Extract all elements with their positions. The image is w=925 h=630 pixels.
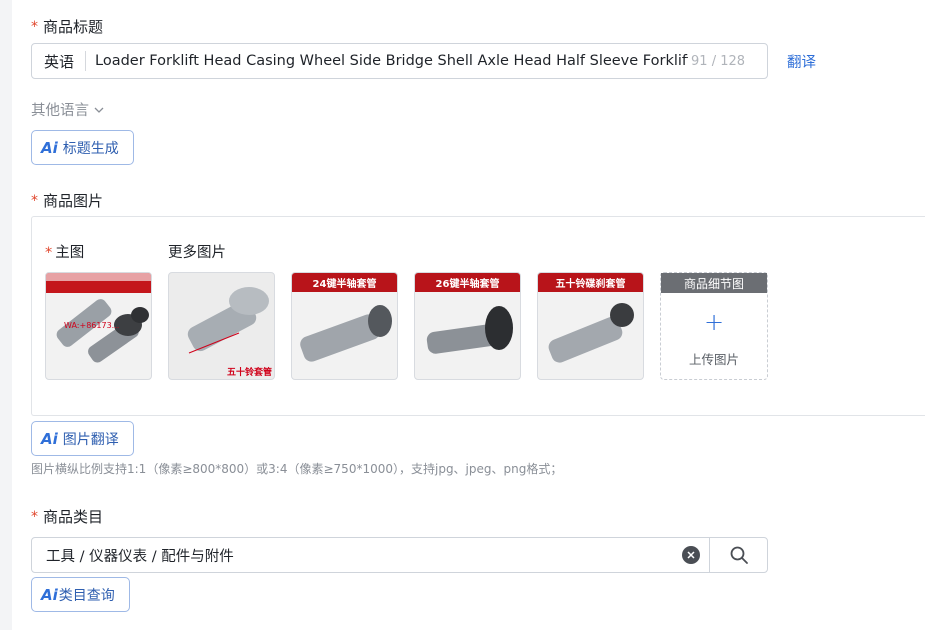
product-category-label-text: 商品类目	[43, 508, 104, 526]
required-mark: *	[45, 245, 53, 261]
shaft-image	[300, 305, 392, 362]
ai-icon: Ai	[41, 429, 58, 448]
main-image-label: * 主图	[45, 241, 84, 262]
product-title-label: * 商品标题	[31, 16, 103, 37]
main-image-label-text: 主图	[55, 245, 85, 261]
search-button[interactable]	[710, 538, 767, 572]
chevron-down-icon	[94, 107, 104, 113]
product-image-thumb[interactable]: 五十铃碟刹套管	[537, 272, 644, 380]
category-input[interactable]: 工具 / 仪器仪表 / 配件与附件	[32, 545, 682, 566]
upload-image-label: 上传图片	[688, 352, 739, 367]
plus-icon: +	[703, 308, 725, 336]
translate-link[interactable]: 翻译	[787, 51, 816, 72]
required-mark: *	[31, 508, 38, 525]
ai-title-generate-label: 标题生成	[62, 140, 119, 157]
required-mark: *	[31, 18, 38, 35]
product-images-label-text: 商品图片	[43, 192, 104, 210]
product-image-thumb[interactable]: 24键半轴套管	[291, 272, 398, 380]
product-image-thumb[interactable]: WA:+86173...	[45, 272, 152, 380]
title-char-counter: 91 / 128	[691, 53, 746, 69]
thumb-caption: 五十铃套管	[227, 368, 273, 378]
category-input-box[interactable]: 工具 / 仪器仪表 / 配件与附件	[31, 537, 768, 573]
left-rail	[0, 0, 12, 630]
shaft-image	[187, 287, 269, 354]
clear-icon[interactable]	[682, 546, 700, 564]
title-input-box[interactable]: 英语 Loader Forklift Head Casing Wheel Sid…	[31, 43, 768, 79]
watermark-text: WA:+86173...	[64, 321, 120, 330]
other-languages-toggle[interactable]: 其他语言	[31, 99, 105, 120]
shaft-image	[548, 303, 634, 363]
title-input[interactable]: Loader Forklift Head Casing Wheel Side B…	[86, 53, 688, 69]
ai-icon: Ai	[41, 585, 58, 604]
product-image-thumb[interactable]: 五十铃套管	[168, 272, 275, 380]
other-languages-label: 其他语言	[31, 103, 89, 119]
product-title-label-text: 商品标题	[43, 18, 104, 36]
ai-icon: Ai	[41, 138, 58, 157]
more-images-label: 更多图片	[168, 245, 226, 261]
shaft-image	[426, 306, 513, 354]
ai-category-search-button[interactable]: Ai 类目查询	[31, 577, 130, 612]
upload-detail-image[interactable]: 商品细节图 + 上传图片	[660, 272, 768, 380]
required-mark: *	[31, 192, 38, 209]
detail-image-header: 商品细节图	[661, 273, 767, 293]
product-images-label: * 商品图片	[31, 190, 103, 211]
ai-image-translate-label: 图片翻译	[62, 431, 119, 448]
ai-image-translate-button[interactable]: Ai 图片翻译	[31, 421, 134, 456]
search-icon	[730, 546, 748, 564]
product-category-label: * 商品类目	[31, 506, 103, 527]
product-image-thumb[interactable]: 26键半轴套管	[414, 272, 521, 380]
ai-title-generate-button[interactable]: Ai 标题生成	[31, 130, 134, 165]
ai-category-search-label: 类目查询	[58, 587, 115, 604]
image-requirements-hint: 图片横纵比例支持1:1（像素≥800*800）或3:4（像素≥750*1000）…	[31, 462, 563, 476]
title-language-select[interactable]: 英语	[32, 51, 85, 72]
